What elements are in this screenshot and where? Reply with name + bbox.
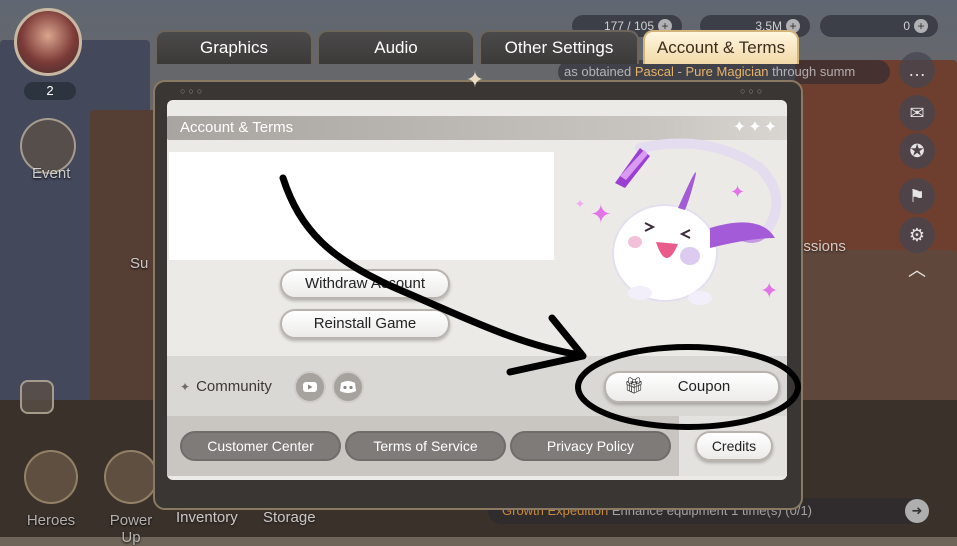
gem-value: 0 [903, 19, 910, 33]
mascot-character: ✦ ✦ ✦ ✦ [575, 138, 782, 305]
discord-glyph [340, 381, 356, 393]
tab-graphics[interactable]: Graphics [155, 30, 313, 64]
event-label: Event [32, 165, 71, 182]
emblem-icon[interactable]: ✪ [899, 133, 935, 169]
account-info-box [169, 152, 554, 260]
ticker-hero-title: Pure Magician [685, 64, 769, 79]
ticker-hero-name: Pascal [634, 64, 674, 79]
heroes-icon [24, 450, 78, 504]
credits-button[interactable]: Credits [695, 431, 773, 461]
settings-gear-icon[interactable]: ⚙ [899, 217, 935, 253]
player-level-badge: 2 [24, 82, 76, 100]
svg-text:✦: ✦ [760, 279, 778, 304]
coupon-button[interactable]: 🎁︎ Coupon [604, 371, 780, 403]
missions-label: issions [800, 238, 846, 255]
add-gem-icon[interactable]: + [914, 19, 928, 33]
flag-icon[interactable]: ⚑ [899, 178, 935, 214]
collapse-chevron-icon[interactable]: ︿ [899, 252, 935, 288]
community-label: ✦ Community [180, 378, 272, 395]
gift-icon[interactable] [20, 380, 54, 414]
nav-power-up-label: Power Up [109, 512, 153, 546]
ticker-prefix: as obtained [564, 64, 635, 79]
privacy-policy-button[interactable]: Privacy Policy [510, 431, 671, 461]
community-star-icon: ✦ [180, 380, 191, 394]
frame-dots-left: ○○○ [180, 86, 206, 96]
quest-go-arrow-icon[interactable]: ➜ [905, 499, 929, 523]
youtube-icon[interactable] [294, 371, 326, 403]
tab-account-terms[interactable]: Account & Terms [643, 30, 799, 64]
power-up-icon [104, 450, 158, 504]
reinstall-game-button[interactable]: Reinstall Game [280, 309, 450, 339]
ticker-suffix: through summ [768, 64, 856, 79]
svg-text:✦: ✦ [590, 200, 612, 230]
terms-of-service-button[interactable]: Terms of Service [345, 431, 506, 461]
svg-text:✦: ✦ [730, 182, 745, 203]
withdraw-account-button[interactable]: Withdraw Account [280, 269, 450, 299]
mail-icon[interactable]: ✉ [899, 95, 935, 131]
tab-other-settings[interactable]: Other Settings [479, 30, 639, 64]
section-title: Account & Terms [180, 119, 294, 136]
discord-icon[interactable] [332, 371, 364, 403]
youtube-glyph [303, 382, 317, 392]
section-header: Account & Terms ✦✦✦ [167, 116, 787, 140]
community-label-text: Community [196, 378, 272, 395]
nav-heroes-label: Heroes [26, 512, 76, 529]
nav-inventory-label[interactable]: Inventory [176, 509, 238, 526]
customer-center-button[interactable]: Customer Center [180, 431, 341, 461]
nav-storage-label[interactable]: Storage [263, 509, 316, 526]
frame-ornament-icon: ✦ [465, 67, 485, 92]
sparkle-icon: ✦✦✦ [732, 119, 779, 136]
gem-counter: 0 + [820, 15, 938, 37]
svg-text:✦: ✦ [575, 197, 585, 211]
nav-heroes[interactable]: Heroes [20, 450, 82, 529]
frame-dots-right: ○○○ [740, 86, 766, 96]
side-menu-label: Su [130, 255, 149, 272]
coupon-label: Coupon [677, 378, 731, 395]
player-avatar[interactable] [14, 8, 82, 76]
tab-audio[interactable]: Audio [317, 30, 475, 64]
ticker-separator: - [673, 64, 686, 79]
chat-icon[interactable]: … [899, 52, 935, 88]
